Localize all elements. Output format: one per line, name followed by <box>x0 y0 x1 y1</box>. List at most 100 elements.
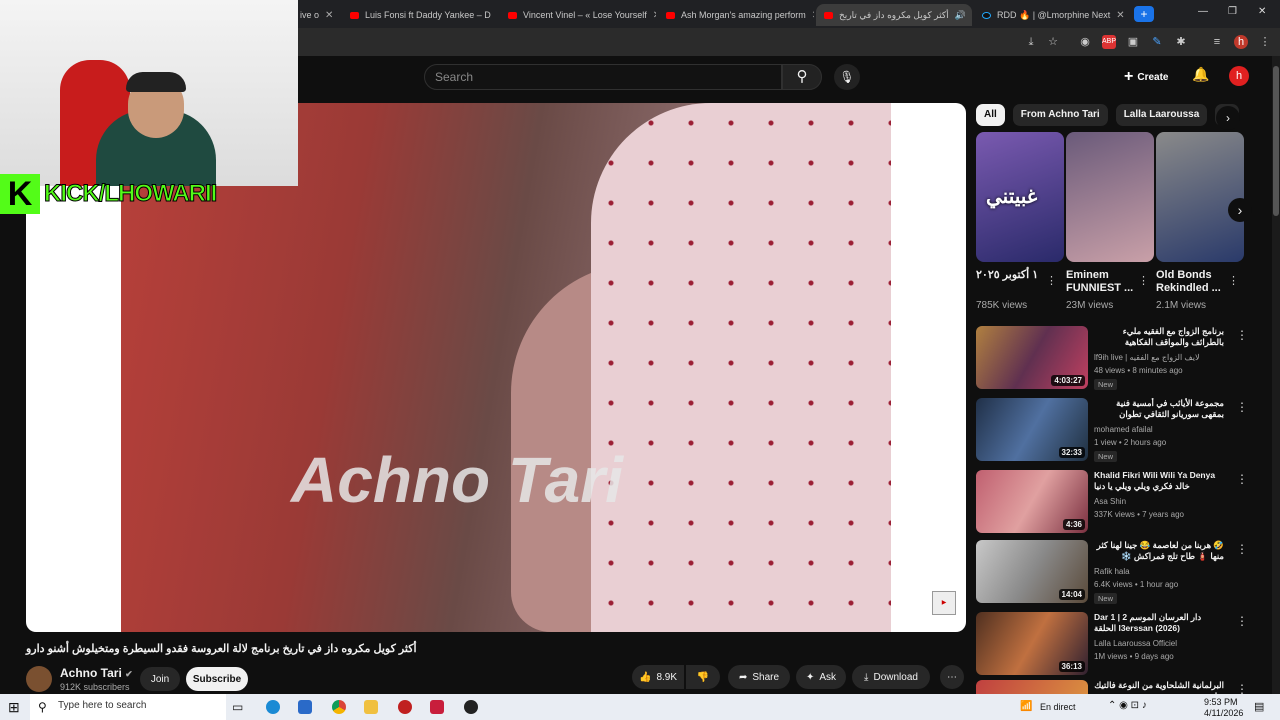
app-icon[interactable] <box>430 700 444 714</box>
video-thumbnail[interactable]: 14:04 <box>976 540 1088 603</box>
join-button[interactable]: Join <box>140 667 180 691</box>
channel-name[interactable]: Achno Tari ✔ <box>60 666 133 680</box>
browser-tab[interactable]: RDD 🔥 | @Lmorphine Next ✕ <box>974 4 1130 26</box>
obs-icon[interactable] <box>464 700 478 714</box>
video-title[interactable]: Dar 1 دار العرسان الموسم 2 | الحلقة l3er… <box>1094 612 1224 634</box>
short-title[interactable]: ١ أكتوبر ٢٠٢٥ <box>976 269 1050 282</box>
extension-abp-icon[interactable]: ABP <box>1102 35 1116 49</box>
subscribe-button[interactable]: Subscribe <box>186 667 248 691</box>
short-more-icon[interactable]: ⋮ <box>1228 274 1239 287</box>
close-icon[interactable]: ✕ <box>653 10 656 21</box>
app-icon[interactable] <box>398 700 412 714</box>
install-app-icon[interactable]: ⤓ <box>1024 35 1038 49</box>
account-avatar[interactable]: h <box>1229 66 1249 86</box>
channel-name[interactable]: Asa Shin <box>1094 497 1126 506</box>
video-title[interactable]: 🤣 هربنا من لعاصمة 😂 جينا لهنا كثر منها 🧯… <box>1094 540 1224 562</box>
browser-tab[interactable]: Vincent Vinel – « Lose Yourself ✕ <box>500 4 656 26</box>
extension-icon[interactable]: ▣ <box>1126 35 1140 49</box>
chip-from-channel[interactable]: From Achno Tari <box>1012 104 1108 126</box>
channel-name[interactable]: lf9ih live | لايف الزواج مع الفقيه <box>1094 353 1200 362</box>
more-options-icon[interactable]: ⋮ <box>1236 328 1248 342</box>
short-thumbnail[interactable] <box>1156 132 1244 262</box>
chrome-icon[interactable] <box>332 700 346 714</box>
recommended-video[interactable]: 14:04 🤣 هربنا من لعاصمة 😂 جينا لهنا كثر … <box>976 540 1272 606</box>
notifications-icon[interactable]: 🔔 <box>1192 66 1209 83</box>
video-title[interactable]: البرلمانية الشلحاوية من النوعة فالتيك تو… <box>1094 680 1224 694</box>
extension-icon[interactable]: ◉ <box>1078 35 1092 49</box>
windows-start-icon[interactable]: ⊞ <box>8 700 22 714</box>
short-title[interactable]: Old Bonds Rekindled ... <box>1156 269 1230 295</box>
video-thumbnail[interactable] <box>976 680 1088 694</box>
more-options-icon[interactable]: ⋮ <box>1236 542 1248 556</box>
more-options-icon[interactable]: ⋮ <box>1236 614 1248 628</box>
close-icon[interactable]: ✕ <box>325 10 333 21</box>
bookmark-star-icon[interactable]: ☆ <box>1046 35 1060 49</box>
search-input[interactable]: Search <box>424 64 782 90</box>
video-thumbnail[interactable]: 4:03:27 <box>976 326 1088 389</box>
live-status-label[interactable]: En direct <box>1040 702 1076 712</box>
page-scrollbar[interactable] <box>1272 56 1280 694</box>
channel-name[interactable]: Rafik hala <box>1094 567 1130 576</box>
short-thumbnail[interactable]: غبيتني <box>976 132 1064 262</box>
video-thumbnail[interactable]: 32:33 <box>976 398 1088 461</box>
browser-tab[interactable]: Ash Morgan's amazing perform ✕ <box>658 4 814 26</box>
puzzle-icon[interactable]: ✱ <box>1174 35 1188 49</box>
recommended-video[interactable]: 36:13 Dar 1 دار العرسان الموسم 2 | الحلق… <box>976 612 1272 678</box>
video-thumbnail[interactable]: 36:13 <box>976 612 1088 675</box>
more-actions-button[interactable]: ⋯ <box>940 665 964 689</box>
chip-lalla-laaroussa[interactable]: Lalla Laaroussa <box>1115 104 1208 126</box>
recommended-video[interactable]: 4:03:27 برنامج الزواج مع الفقيه مليء بال… <box>976 326 1272 392</box>
more-options-icon[interactable]: ⋮ <box>1236 400 1248 414</box>
task-view-icon[interactable]: ▭ <box>232 700 246 714</box>
recommended-video[interactable]: 4:36 Khalid Fikri Wili Wili Ya Denya خال… <box>976 470 1272 536</box>
like-button[interactable]: 👍 8.9K <box>632 665 684 689</box>
channel-name[interactable]: Lalla Laaroussa Officiel <box>1094 639 1177 648</box>
chips-next-icon[interactable]: › <box>1216 106 1240 130</box>
channel-avatar[interactable] <box>26 666 52 692</box>
video-thumbnail[interactable]: 4:36 <box>976 470 1088 533</box>
recommended-video[interactable]: 32:33 مجموعة الأيائب في أمسية فنية بمقهى… <box>976 398 1272 464</box>
notification-center-icon[interactable]: ▤ <box>1254 700 1264 713</box>
shorts-next-icon[interactable]: › <box>1228 198 1252 222</box>
tab-search-icon[interactable]: ≡ <box>1210 35 1224 49</box>
system-tray-icons[interactable]: ⌃ ◉ ⊡ ♪ <box>1108 700 1147 711</box>
channel-watermark-logo[interactable]: ▶ <box>932 591 956 615</box>
file-explorer-icon[interactable] <box>364 700 378 714</box>
short-title[interactable]: Eminem FUNNIEST ... <box>1066 269 1140 295</box>
more-options-icon[interactable]: ⋮ <box>1236 682 1248 694</box>
translate-icon[interactable]: ✎ <box>1150 35 1164 49</box>
download-button[interactable]: ⤓ Download <box>852 665 930 689</box>
close-window-icon[interactable]: ✕ <box>1258 6 1266 17</box>
ask-button[interactable]: ✦ Ask <box>796 665 846 689</box>
more-options-icon[interactable]: ⋮ <box>1236 472 1248 486</box>
taskbar-search-input[interactable]: Type here to search <box>30 694 226 720</box>
short-more-icon[interactable]: ⋮ <box>1138 274 1149 287</box>
chip-all[interactable]: All <box>976 104 1005 126</box>
recommended-video[interactable]: البرلمانية الشلحاوية من النوعة فالتيك تو… <box>976 680 1272 694</box>
voice-search-button[interactable]: 🎙 <box>834 64 860 90</box>
search-button[interactable]: ⚲ <box>782 64 822 90</box>
video-title[interactable]: برنامج الزواج مع الفقيه مليء بالطرائف وا… <box>1094 326 1224 348</box>
restore-icon[interactable]: ❐ <box>1228 6 1237 17</box>
video-title[interactable]: Khalid Fikri Wili Wili Ya Denya خالد فكر… <box>1094 470 1224 492</box>
video-title[interactable]: مجموعة الأيائب في أمسية فنية بمقهى سوريا… <box>1094 398 1224 420</box>
menu-icon[interactable]: ⋮ <box>1258 35 1272 49</box>
new-tab-button[interactable]: + <box>1134 6 1154 22</box>
channel-name[interactable]: mohamed afailal <box>1094 425 1153 434</box>
create-button[interactable]: + Create <box>1124 64 1168 90</box>
dislike-button[interactable]: 👎 <box>686 665 720 689</box>
clock-time[interactable]: 9:53 PM <box>1204 697 1238 707</box>
outlook-icon[interactable] <box>298 700 312 714</box>
browser-tab-active[interactable]: أكثر كويل مكروه داز في تاريخ🔊✕ <box>816 4 972 26</box>
browser-tab[interactable]: Luis Fonsi ft Daddy Yankee – D ✕ <box>342 4 498 26</box>
short-thumbnail[interactable] <box>1066 132 1154 262</box>
close-icon[interactable]: ✕ <box>497 10 498 21</box>
short-more-icon[interactable]: ⋮ <box>1046 274 1057 287</box>
clock-date[interactable]: 4/11/2026 <box>1204 708 1243 718</box>
close-icon[interactable]: ✕ <box>1116 10 1124 21</box>
close-icon[interactable]: ✕ <box>812 10 814 21</box>
profile-icon[interactable]: h <box>1234 35 1248 49</box>
minimize-icon[interactable]: — <box>1198 6 1208 17</box>
edge-icon[interactable] <box>266 700 280 714</box>
share-button[interactable]: ➦ Share <box>728 665 790 689</box>
